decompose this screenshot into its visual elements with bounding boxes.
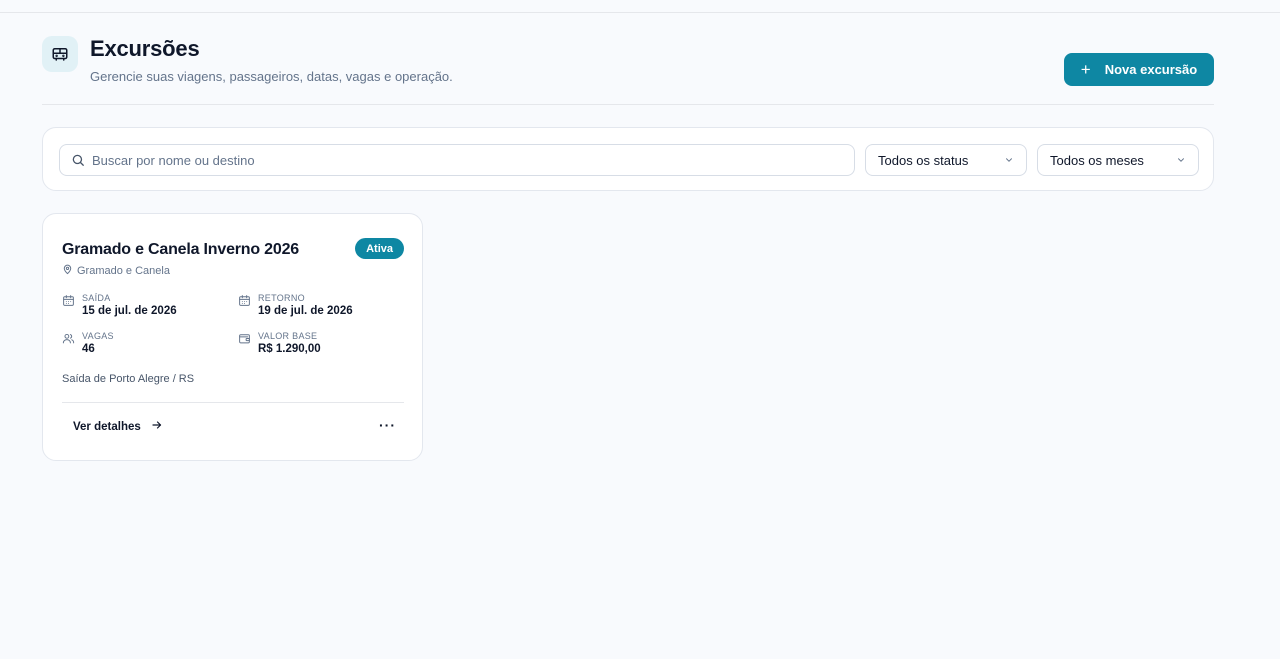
- chevron-down-icon: [1176, 153, 1186, 168]
- seats-label: VAGAS: [82, 331, 114, 341]
- new-excursion-label: Nova excursão: [1104, 62, 1198, 77]
- month-select[interactable]: Todos os meses: [1037, 144, 1199, 176]
- new-excursion-button[interactable]: + Nova excursão: [1064, 53, 1214, 86]
- seats-info: VAGAS 46: [62, 331, 114, 357]
- view-details-label: Ver detalhes: [73, 420, 141, 433]
- return-date: 19 de jul. de 2026: [258, 305, 353, 317]
- filter-panel: Todos os status Todos os meses: [42, 127, 1214, 191]
- departure-point: Saída de Porto Alegre / RS: [62, 373, 195, 385]
- excursion-card: Gramado e Canela Inverno 2026 Ativa Gram…: [42, 213, 423, 461]
- departure-date: 15 de jul. de 2026: [82, 305, 177, 317]
- search-input[interactable]: [92, 145, 832, 175]
- plus-icon: +: [1080, 60, 1091, 79]
- page-header: Excursões Gerencie suas viagens, passage…: [42, 36, 1214, 105]
- map-pin-icon: [62, 264, 73, 278]
- status-select-value: Todos os status: [878, 152, 969, 168]
- view-details-link[interactable]: Ver detalhes: [73, 419, 163, 434]
- return-label: RETORNO: [258, 293, 305, 303]
- users-icon: [62, 332, 75, 357]
- seats-value: 46: [82, 343, 95, 355]
- departure-info: SAÍDA 15 de jul. de 2026: [62, 293, 177, 319]
- price-label: VALOR BASE: [258, 331, 318, 341]
- month-select-value: Todos os meses: [1050, 152, 1144, 168]
- arrow-right-icon: [151, 419, 163, 434]
- return-info: RETORNO 19 de jul. de 2026: [238, 293, 353, 319]
- wallet-icon: [238, 332, 251, 357]
- excursion-location: Gramado e Canela: [62, 264, 170, 278]
- calendar-icon: [238, 294, 251, 319]
- search-icon: [71, 153, 85, 172]
- card-divider: [62, 402, 404, 403]
- departure-label: SAÍDA: [82, 293, 111, 303]
- status-badge: Ativa: [355, 238, 404, 259]
- page-subtitle: Gerencie suas viagens, passageiros, data…: [90, 69, 453, 84]
- page-title: Excursões: [90, 36, 200, 61]
- more-options-button[interactable]: ···: [379, 418, 396, 432]
- calendar-icon: [62, 294, 75, 319]
- chevron-down-icon: [1004, 153, 1014, 168]
- price-info: VALOR BASE R$ 1.290,00: [238, 331, 321, 357]
- price-value: R$ 1.290,00: [258, 343, 321, 355]
- excursion-title: Gramado e Canela Inverno 2026: [62, 241, 299, 258]
- status-select[interactable]: Todos os status: [865, 144, 1027, 176]
- top-divider: [0, 12, 1280, 13]
- search-box[interactable]: [59, 144, 855, 176]
- location-text: Gramado e Canela: [77, 265, 170, 277]
- bus-icon: [42, 36, 78, 72]
